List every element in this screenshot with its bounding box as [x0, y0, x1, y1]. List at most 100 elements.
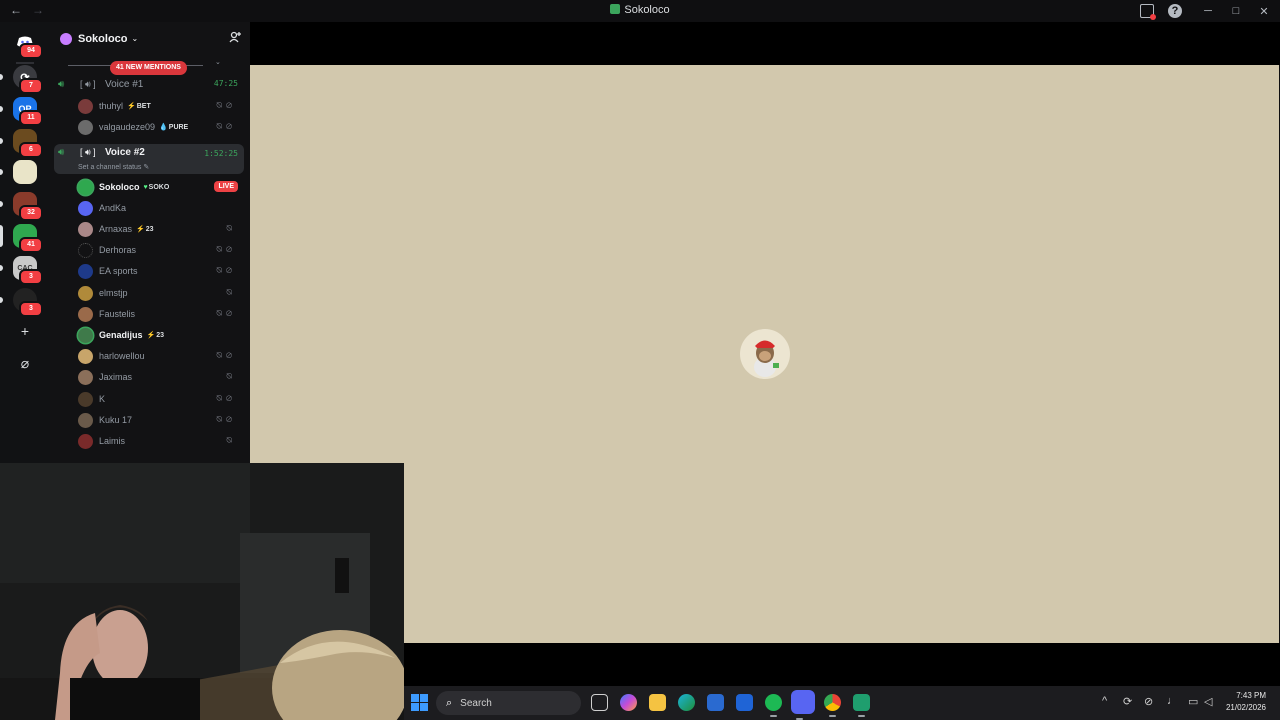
avatar: [78, 98, 93, 114]
mail-icon[interactable]: [736, 694, 753, 711]
title-bar: ← → Sokoloco ? ─ □ ✕: [0, 0, 1280, 22]
voice-user[interactable]: thuhyl ⚡BET ⍉⌀: [78, 97, 244, 115]
server-button[interactable]: QP 11: [13, 97, 43, 126]
voice-user[interactable]: Faustelis ⍉⌀: [78, 305, 244, 323]
selected-pill: [0, 225, 3, 247]
voice-user[interactable]: Arnaxas ⚡23 ⍉: [78, 220, 244, 238]
volume-icon[interactable]: ◁: [1204, 695, 1212, 708]
guild-header[interactable]: Sokoloco ⌄: [50, 22, 250, 55]
microphone-icon[interactable]: ♩: [1167, 695, 1178, 707]
clock-time: 7:43 PM: [1236, 691, 1266, 700]
server-button[interactable]: [13, 160, 37, 184]
server-button-selected[interactable]: 41: [13, 224, 43, 253]
muted-icon: ⍉: [226, 287, 236, 297]
voice-user[interactable]: valgaudeze09 💧PURE ⍉⌀: [78, 118, 244, 136]
server-button[interactable]: 32: [13, 192, 43, 221]
live-badge: LIVE: [214, 181, 238, 192]
chevron-up-icon[interactable]: ^: [1102, 695, 1107, 707]
display-icon[interactable]: ▭: [1188, 695, 1198, 708]
voice-channel-2[interactable]: 🔊︎ [ 🔊︎ ] Voice #2 1:52:25 Set a channel…: [54, 144, 244, 174]
voice-user[interactable]: elmstjp ⍉: [78, 284, 244, 302]
voice-channel-timer: 47:25: [213, 79, 238, 88]
avatar: [78, 433, 93, 449]
mute-icon[interactable]: ⊘: [1144, 695, 1153, 708]
voice-user[interactable]: Genadijus ⚡23: [78, 326, 244, 344]
voice-user[interactable]: Sokoloco ♥SOKO LIVE: [78, 178, 244, 196]
voice-user[interactable]: Derhoras ⍉⌀: [78, 241, 244, 259]
store-icon[interactable]: [707, 694, 724, 711]
window-title: Sokoloco: [624, 4, 670, 16]
copilot-icon[interactable]: [620, 694, 637, 711]
task-view-icon[interactable]: [591, 694, 608, 711]
file-explorer-icon[interactable]: [649, 694, 666, 711]
discover-button[interactable]: ⌀: [13, 351, 37, 375]
stream-view[interactable]: [250, 65, 1279, 643]
avatar: [78, 327, 93, 343]
guild-icon: [60, 32, 72, 45]
user-name: valgaudeze09: [99, 122, 156, 132]
server-badge: 41: [19, 237, 43, 253]
speaking-icon: 🔊︎: [58, 147, 65, 158]
server-button[interactable]: ⟳ 7: [13, 65, 43, 94]
add-member-icon[interactable]: [229, 31, 241, 46]
taskbar-clock[interactable]: 7:43 PM 21/02/2026: [1226, 690, 1266, 714]
user-name: Genadijus: [99, 330, 143, 340]
server-button[interactable]: CAC 3: [13, 256, 43, 285]
voice-user[interactable]: Kuku 17 ⍉⌀: [78, 411, 244, 429]
user-name: Laimis: [99, 436, 126, 446]
voice-channel-icon: [ 🔊︎ ]: [80, 78, 96, 89]
discord-icon[interactable]: [791, 690, 815, 720]
unread-pill: [0, 169, 3, 175]
voice-user[interactable]: harlowellou ⍉⌀: [78, 347, 244, 365]
user-name: Jaximas: [99, 372, 133, 382]
voice-user[interactable]: EA sports ⍉⌀: [78, 262, 244, 280]
server-button[interactable]: 3: [13, 288, 43, 317]
chrome-icon[interactable]: [824, 694, 841, 717]
new-mentions-button[interactable]: 41 NEW MENTIONS: [110, 61, 187, 75]
app-icon[interactable]: [853, 694, 870, 717]
guild-tag: 💧PURE: [159, 124, 189, 131]
channel-status-prompt[interactable]: Set a channel status ✎: [78, 163, 149, 171]
server-icon: [610, 4, 621, 14]
avatar: [78, 179, 93, 195]
muted-deafened-icon: ⍉⌀: [216, 100, 236, 110]
voice-channel-1[interactable]: 🔊︎ [ 🔊︎ ] Voice #1 47:25: [54, 74, 244, 94]
unread-pill: [0, 297, 3, 303]
voice-user[interactable]: AndKa: [78, 199, 244, 217]
server-rail: 94 ⟳ 7 QP 11 6 32 41 CAC 3: [0, 22, 50, 463]
direct-messages-button[interactable]: 94: [13, 30, 43, 59]
spotify-icon[interactable]: [765, 694, 782, 717]
voice-user[interactable]: Jaximas ⍉: [78, 368, 244, 386]
maximize-button[interactable]: □: [1224, 5, 1248, 17]
muted-deafened-icon: ⍉⌀: [216, 244, 236, 254]
server-badge: 3: [19, 301, 43, 317]
stream-letterbox-top: [250, 22, 1280, 65]
windows-start-icon[interactable]: [411, 694, 428, 711]
add-server-button[interactable]: +: [13, 319, 37, 343]
avatar: [78, 391, 93, 407]
clock-date: 21/02/2026: [1225, 703, 1266, 712]
muted-deafened-icon: ⍉⌀: [216, 308, 236, 318]
guild-tag: ⚡BET: [127, 103, 151, 110]
close-button[interactable]: ✕: [1252, 5, 1276, 18]
sync-icon[interactable]: ⟳: [1123, 695, 1132, 708]
user-name: thuhyl: [99, 101, 124, 111]
webcam-overlay: [0, 463, 404, 720]
voice-user[interactable]: K ⍉⌀: [78, 390, 244, 408]
edge-icon[interactable]: [678, 694, 695, 711]
minimize-button[interactable]: ─: [1196, 5, 1220, 17]
avatar: [78, 242, 93, 258]
server-button[interactable]: 6: [13, 129, 43, 158]
plus-icon: +: [20, 323, 30, 339]
monkey-avatar-icon: [754, 340, 779, 377]
taskbar-search[interactable]: ⌕ Search: [436, 691, 581, 715]
avatar: [78, 348, 93, 364]
muted-deafened-icon: ⍉⌀: [216, 265, 236, 275]
user-name: elmstjp: [99, 288, 128, 298]
inbox-icon[interactable]: [1140, 4, 1156, 20]
avatar: [78, 200, 93, 216]
voice-user[interactable]: Laimis ⍉: [78, 432, 244, 450]
streamer-avatar: [740, 329, 790, 379]
avatar: [78, 221, 93, 237]
help-icon[interactable]: ?: [1168, 4, 1182, 18]
